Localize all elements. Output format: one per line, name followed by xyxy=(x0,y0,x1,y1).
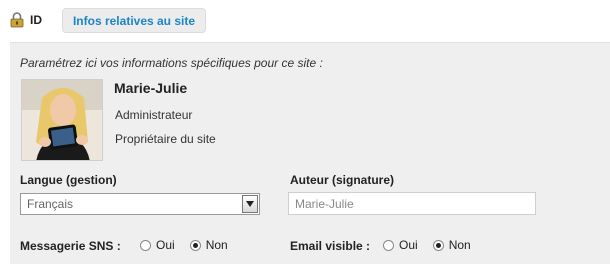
sns-radio-non[interactable] xyxy=(189,239,201,251)
panel-intro: Paramétrez ici vos informations spécifiq… xyxy=(20,56,323,70)
email-option-non-label: Non xyxy=(448,238,471,252)
email-radio-oui[interactable] xyxy=(383,239,394,251)
author-input[interactable]: Marie-Julie xyxy=(288,192,536,215)
email-radio-group: Oui Non xyxy=(383,238,486,252)
tab-bar: ID Infos relatives au site xyxy=(0,0,610,40)
email-option-non[interactable]: Non xyxy=(432,238,471,252)
author-label: Auteur (signature) xyxy=(290,173,395,187)
sns-option-oui[interactable]: Oui xyxy=(140,238,175,252)
sns-option-oui-label: Oui xyxy=(156,238,175,252)
profile-name: Marie-Julie xyxy=(114,80,188,96)
email-option-oui[interactable]: Oui xyxy=(383,238,418,252)
avatar xyxy=(21,79,103,161)
language-selected-value: Français xyxy=(27,197,74,211)
sns-label: Messagerie SNS : xyxy=(20,239,121,253)
email-visible-label: Email visible : xyxy=(290,239,371,253)
lock-icon xyxy=(10,12,24,28)
sns-option-non[interactable]: Non xyxy=(189,238,228,252)
sns-radio-oui[interactable] xyxy=(140,239,151,251)
profile-owner: Propriétaire du site xyxy=(115,132,216,146)
email-radio-non[interactable] xyxy=(432,239,444,251)
language-select[interactable]: Français xyxy=(20,193,260,215)
author-input-value: Marie-Julie xyxy=(295,196,354,211)
email-option-oui-label: Oui xyxy=(399,238,418,252)
profile-role: Administrateur xyxy=(115,108,193,122)
language-label: Langue (gestion) xyxy=(20,173,117,187)
sns-radio-group: Oui Non xyxy=(140,238,243,252)
sns-option-non-label: Non xyxy=(205,238,228,252)
tab-id[interactable]: ID xyxy=(10,9,42,31)
chevron-down-icon[interactable] xyxy=(242,195,258,213)
tab-site-info[interactable]: Infos relatives au site xyxy=(62,8,206,33)
tab-id-label: ID xyxy=(30,13,42,27)
site-info-panel: Paramétrez ici vos informations spécifiq… xyxy=(10,42,610,264)
